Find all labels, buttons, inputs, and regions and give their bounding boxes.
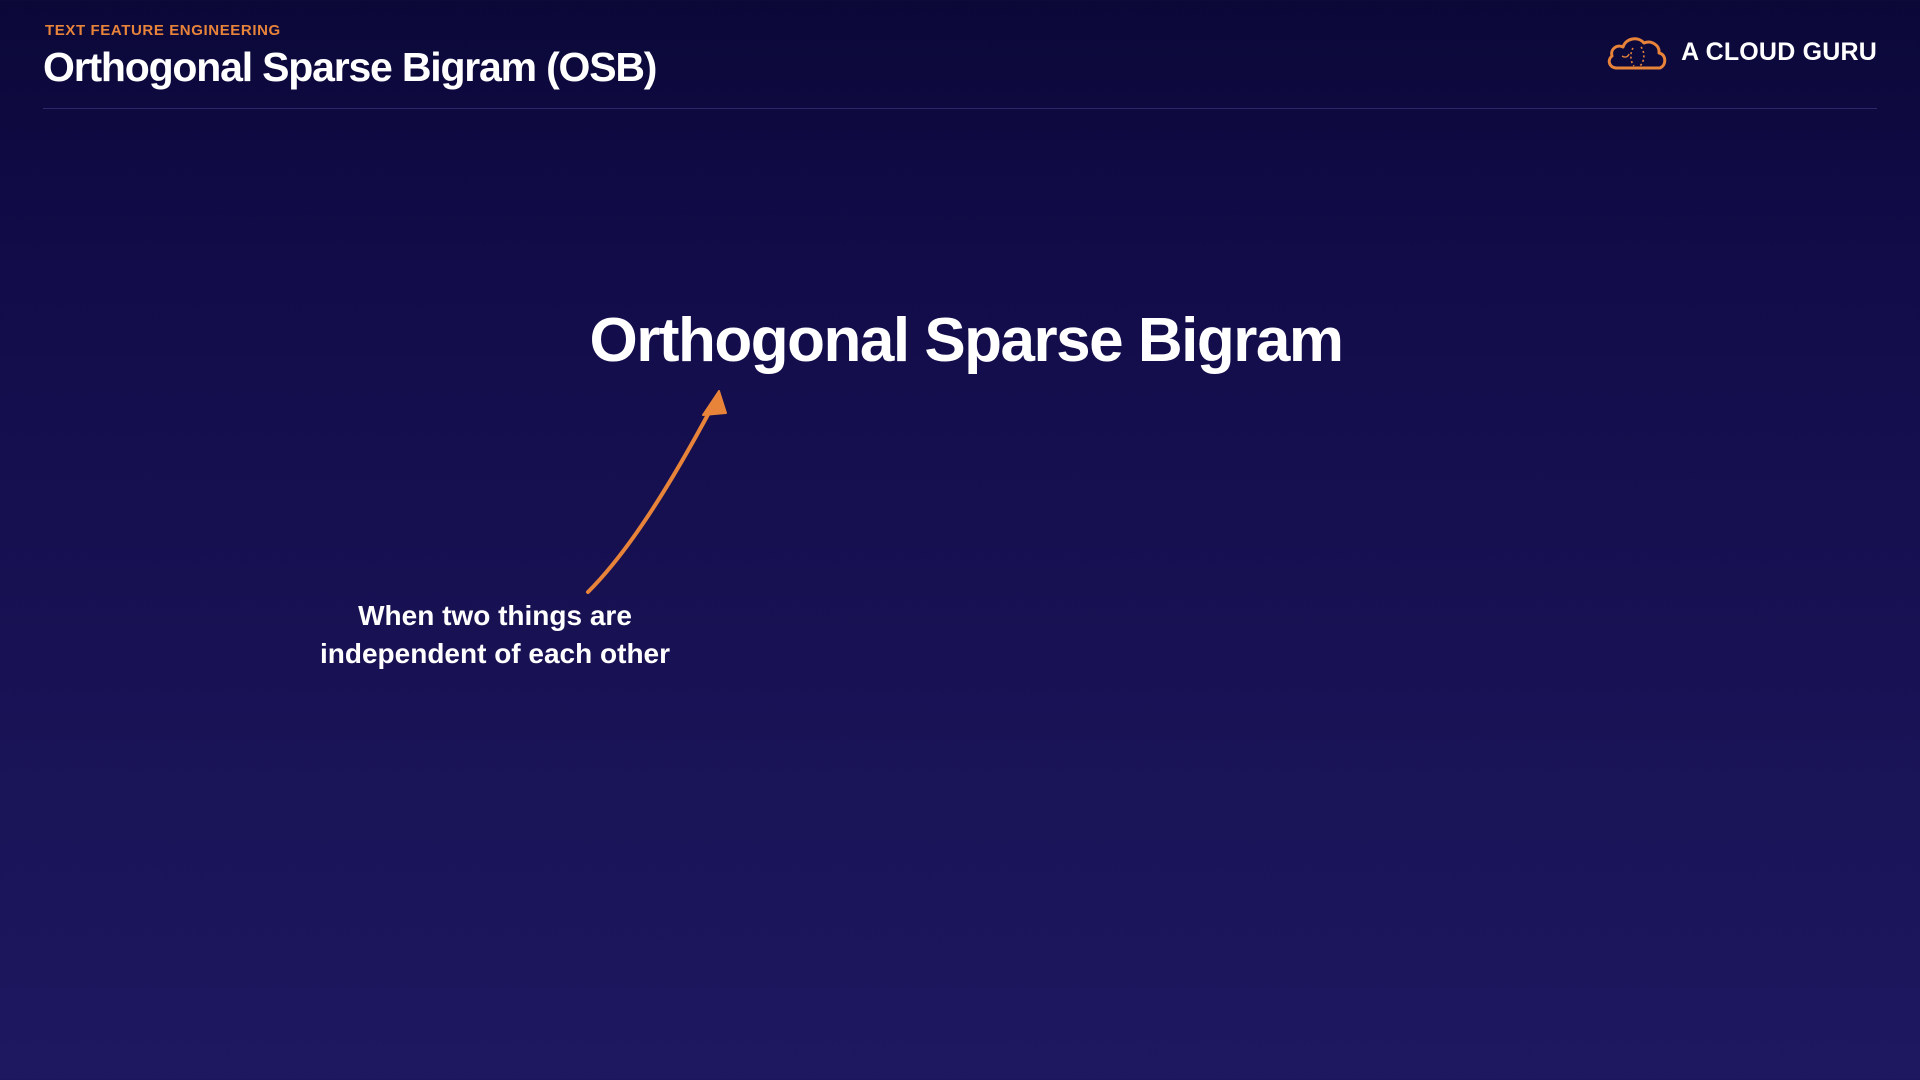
annotation-line-1: When two things are: [358, 600, 632, 631]
cloud-logo-icon: [1607, 37, 1667, 70]
brand: A CLOUD GURU: [1605, 32, 1877, 72]
main-heading: Orthogonal Sparse Bigram: [589, 306, 1344, 375]
slide-header: TEXT FEATURE ENGINEERING Orthogonal Spar…: [43, 22, 1877, 109]
hand-drawn-arrow-icon: [586, 390, 727, 594]
section-label: TEXT FEATURE ENGINEERING: [45, 22, 281, 39]
annotation-line-2: independent of each other: [319, 638, 671, 669]
brand-name: A CLOUD GURU: [1681, 37, 1877, 66]
annotation-text: When two things are independent of each …: [295, 597, 695, 673]
slide-title: Orthogonal Sparse Bigram (OSB): [43, 44, 657, 90]
